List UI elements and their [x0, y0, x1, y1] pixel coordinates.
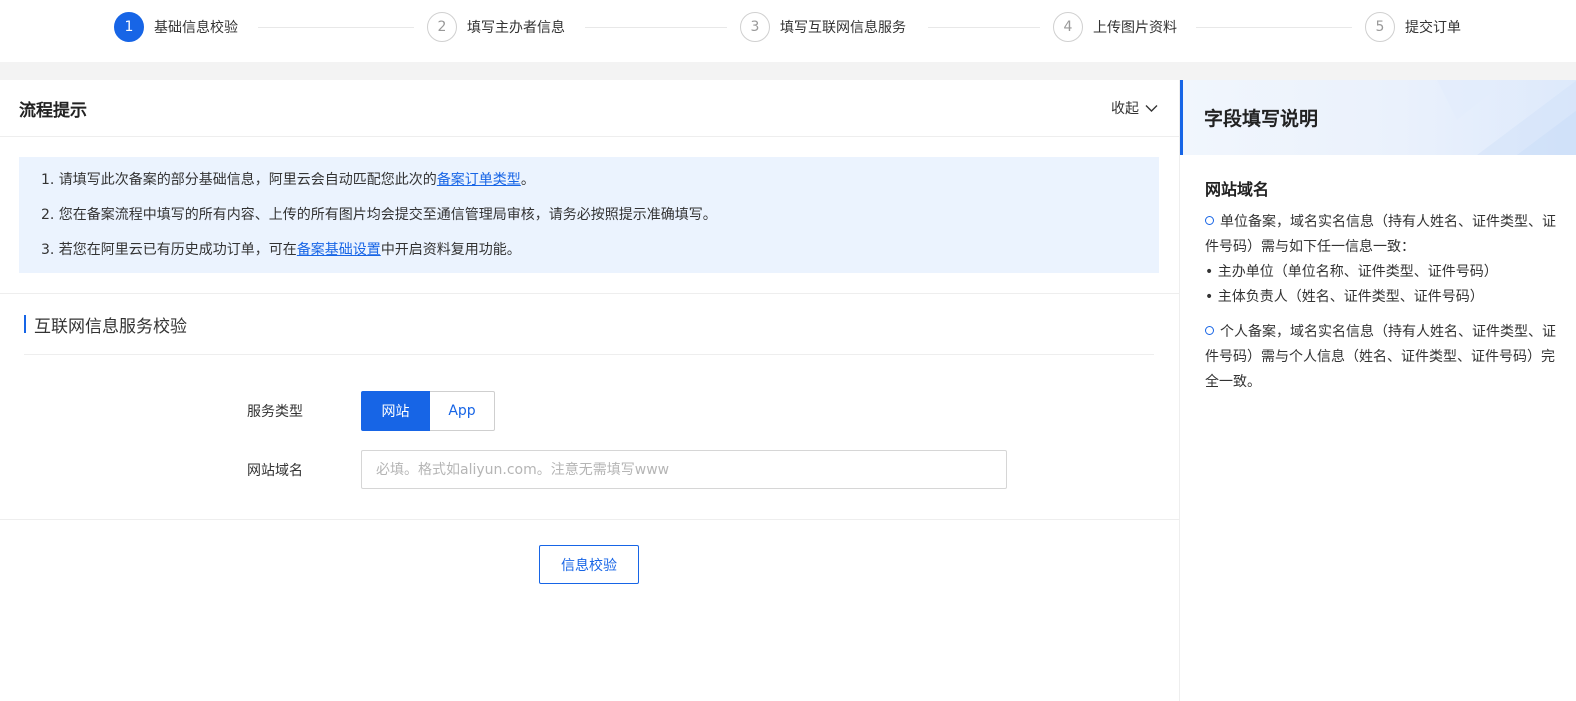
circle-bullet-icon: [1205, 216, 1214, 225]
decorative-pattern-icon: [1437, 80, 1576, 155]
domain-input[interactable]: [361, 450, 1007, 489]
help-text: 个人备案，域名实名信息（持有人姓名、证件类型、证件号码）需与个人信息（姓名、证件…: [1205, 324, 1556, 390]
field-help-panel: 字段填写说明 网站域名 单位备案，域名实名信息（持有人姓名、证件类型、证件号码）…: [1179, 80, 1576, 701]
step-connector: [1196, 27, 1352, 28]
step-connector: [585, 27, 727, 28]
chevron-down-icon: [1145, 104, 1158, 112]
step-number: 2: [427, 12, 457, 42]
step-connector: [258, 27, 414, 28]
step-number: 5: [1365, 12, 1395, 42]
side-body: 网站域名 单位备案，域名实名信息（持有人姓名、证件类型、证件号码）需与如下任一信…: [1205, 176, 1560, 395]
basic-settings-link[interactable]: 备案基础设置: [297, 242, 381, 258]
service-type-website-option[interactable]: 网站: [361, 391, 430, 431]
step-number: 3: [740, 12, 770, 42]
step-label: 上传图片资料: [1093, 20, 1177, 36]
help-text: 单位备案，域名实名信息（持有人姓名、证件类型、证件号码）需与如下任一信息一致：: [1205, 214, 1556, 255]
service-type-app-option[interactable]: App: [430, 391, 495, 431]
tip-text: 1. 请填写此次备案的部分基础信息，阿里云会自动匹配您此次的: [41, 172, 437, 188]
step-label: 填写主办者信息: [467, 20, 565, 36]
help-item: • 主体负责人（姓名、证件类型、证件号码）: [1205, 289, 1484, 305]
divider: [24, 354, 1154, 355]
divider: [0, 293, 1180, 294]
tip-line-1: 1. 请填写此次备案的部分基础信息，阿里云会自动匹配您此次的备案订单类型。: [41, 169, 1159, 204]
section-title: 互联网信息服务校验: [34, 316, 187, 337]
separator-band: [0, 62, 1576, 80]
step-1: 1 基础信息校验: [114, 12, 238, 42]
section-accent-bar: [24, 315, 26, 333]
step-5: 5 提交订单: [1365, 12, 1461, 42]
service-type-selector: 网站 App: [361, 391, 495, 431]
tip-line-2: 2. 您在备案流程中填写的所有内容、上传的所有图片均会提交至通信管理局审核，请务…: [41, 207, 717, 223]
order-type-link[interactable]: 备案订单类型: [437, 172, 521, 188]
collapse-toggle[interactable]: 收起: [1111, 98, 1158, 118]
step-label: 提交订单: [1405, 20, 1461, 36]
help-paragraph-1: 单位备案，域名实名信息（持有人姓名、证件类型、证件号码）需与如下任一信息一致：: [1205, 210, 1560, 260]
service-type-label: 服务类型: [247, 404, 303, 420]
circle-bullet-icon: [1205, 326, 1214, 335]
step-connector: [928, 27, 1040, 28]
domain-label: 网站域名: [247, 463, 303, 479]
section-heading: 互联网信息服务校验: [24, 313, 187, 337]
progress-steps: 1 基础信息校验 2 填写主办者信息 3 填写互联网信息服务 4 上传图片资料 …: [0, 0, 1576, 62]
tip-line-3: 3. 若您在阿里云已有历史成功订单，可在备案基础设置中开启资料复用功能。: [41, 239, 1159, 274]
tip-text: 中开启资料复用功能。: [380, 242, 521, 258]
main-panel: 流程提示 收起 1. 请填写此次备案的部分基础信息，阿里云会自动匹配您此次的备案…: [0, 80, 1180, 701]
tips-header: 流程提示 收起: [0, 80, 1180, 137]
help-paragraph-2: 个人备案，域名实名信息（持有人姓名、证件类型、证件号码）需与个人信息（姓名、证件…: [1205, 320, 1560, 395]
step-number: 4: [1053, 12, 1083, 42]
step-2: 2 填写主办者信息: [427, 12, 565, 42]
step-number: 1: [114, 12, 144, 42]
help-item: • 主办单位（单位名称、证件类型、证件号码）: [1205, 264, 1498, 280]
divider: [0, 519, 1180, 520]
verify-button[interactable]: 信息校验: [539, 545, 639, 584]
side-title: 字段填写说明: [1204, 108, 1319, 130]
collapse-label: 收起: [1111, 101, 1139, 117]
step-3: 3 填写互联网信息服务: [740, 12, 906, 42]
tip-text: 3. 若您在阿里云已有历史成功订单，可在: [41, 242, 297, 258]
step-label: 填写互联网信息服务: [780, 20, 906, 36]
step-4: 4 上传图片资料: [1053, 12, 1177, 42]
tip-text: 。: [520, 172, 535, 188]
side-header: 字段填写说明: [1180, 80, 1576, 155]
step-label: 基础信息校验: [154, 20, 238, 36]
side-subtitle: 网站域名: [1205, 180, 1270, 199]
tips-box: 1. 请填写此次备案的部分基础信息，阿里云会自动匹配您此次的备案订单类型。 2.…: [19, 157, 1159, 273]
tips-title: 流程提示: [19, 101, 87, 121]
